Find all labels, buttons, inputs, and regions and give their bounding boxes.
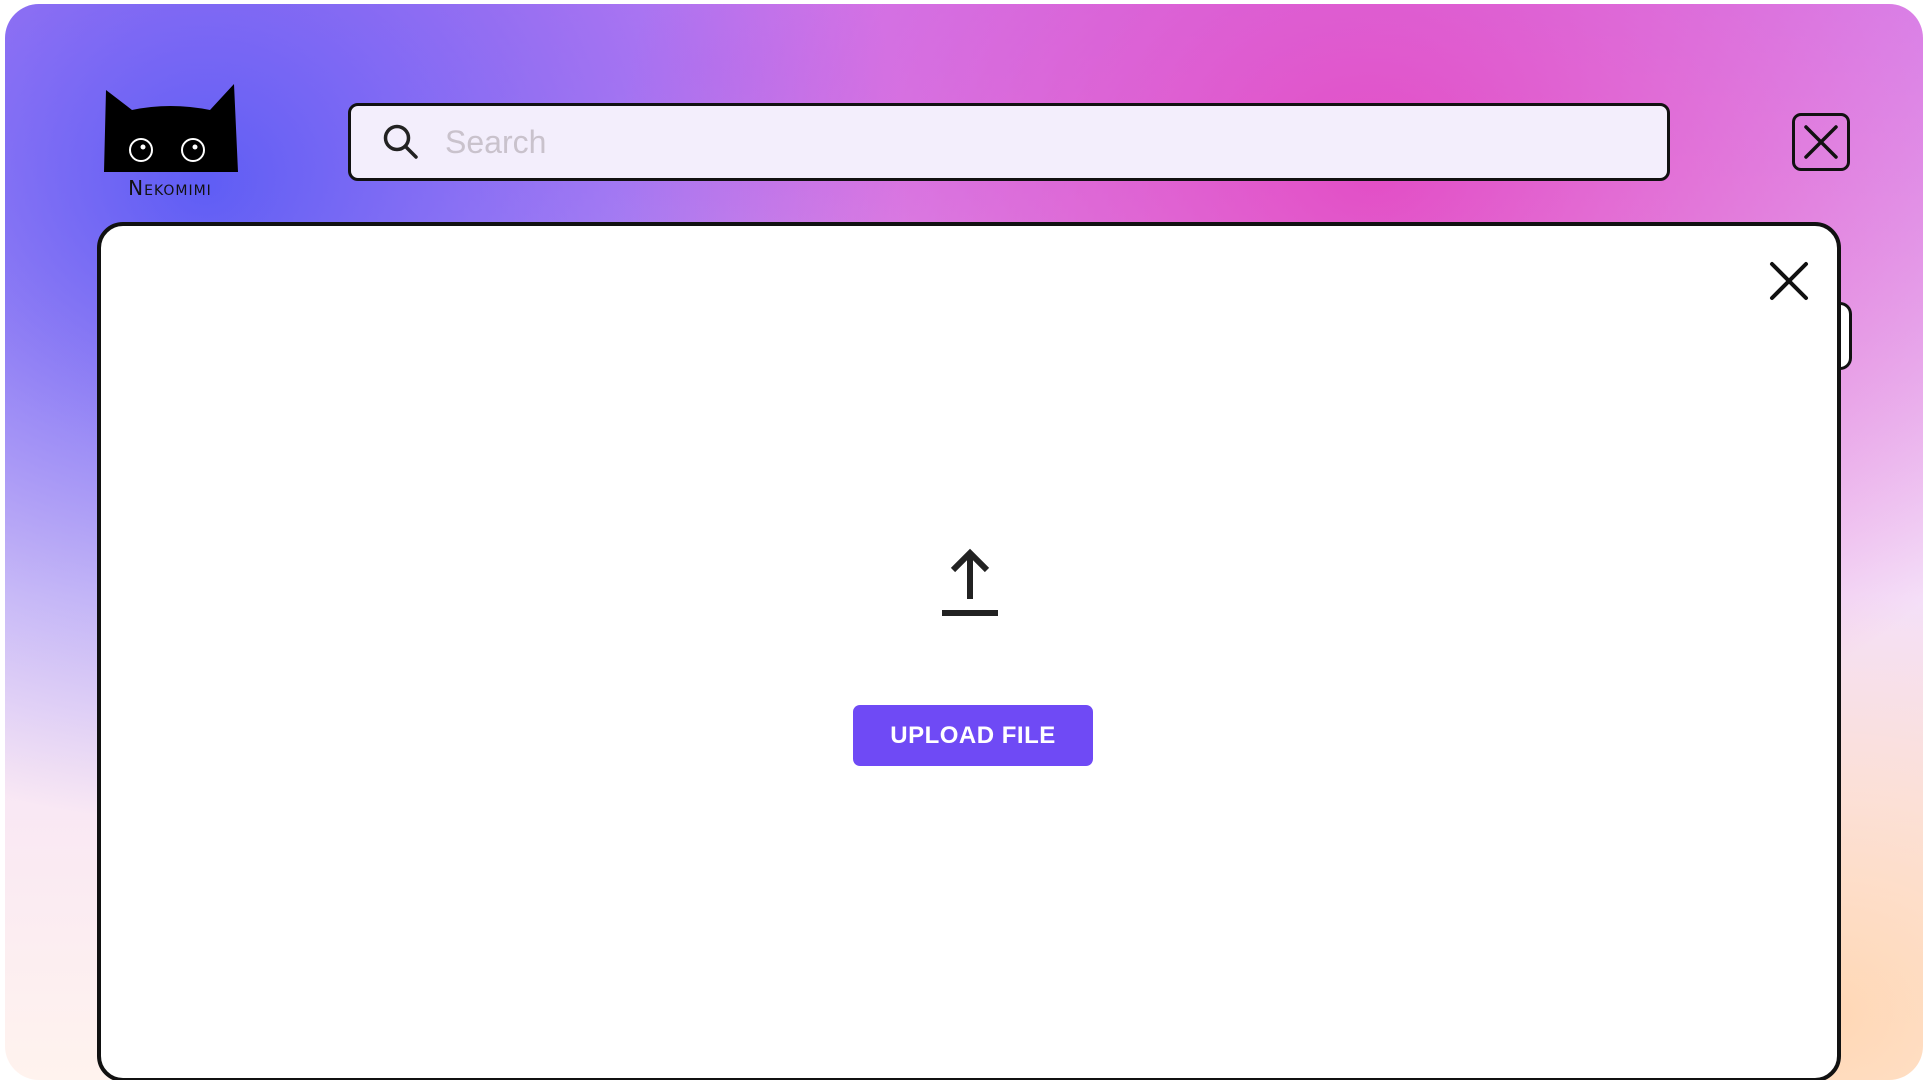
upload-arrow-icon [942,548,998,616]
upload-file-button[interactable]: UPLOAD FILE [853,705,1093,766]
close-square-icon [1804,125,1838,159]
window-close-button[interactable] [1792,113,1850,171]
close-icon[interactable] [1764,256,1814,306]
upload-modal: UPLOAD FILE [97,222,1841,1080]
search-input[interactable] [443,122,1667,162]
cat-head-icon [104,84,238,172]
brand-name: Nekomimi [128,176,212,200]
brand-logo[interactable]: Nekomimi [102,80,238,208]
search-bar[interactable] [348,103,1670,181]
search-icon [383,124,418,159]
app-background: Nekomimi UPLOAD FILE [5,4,1923,1080]
